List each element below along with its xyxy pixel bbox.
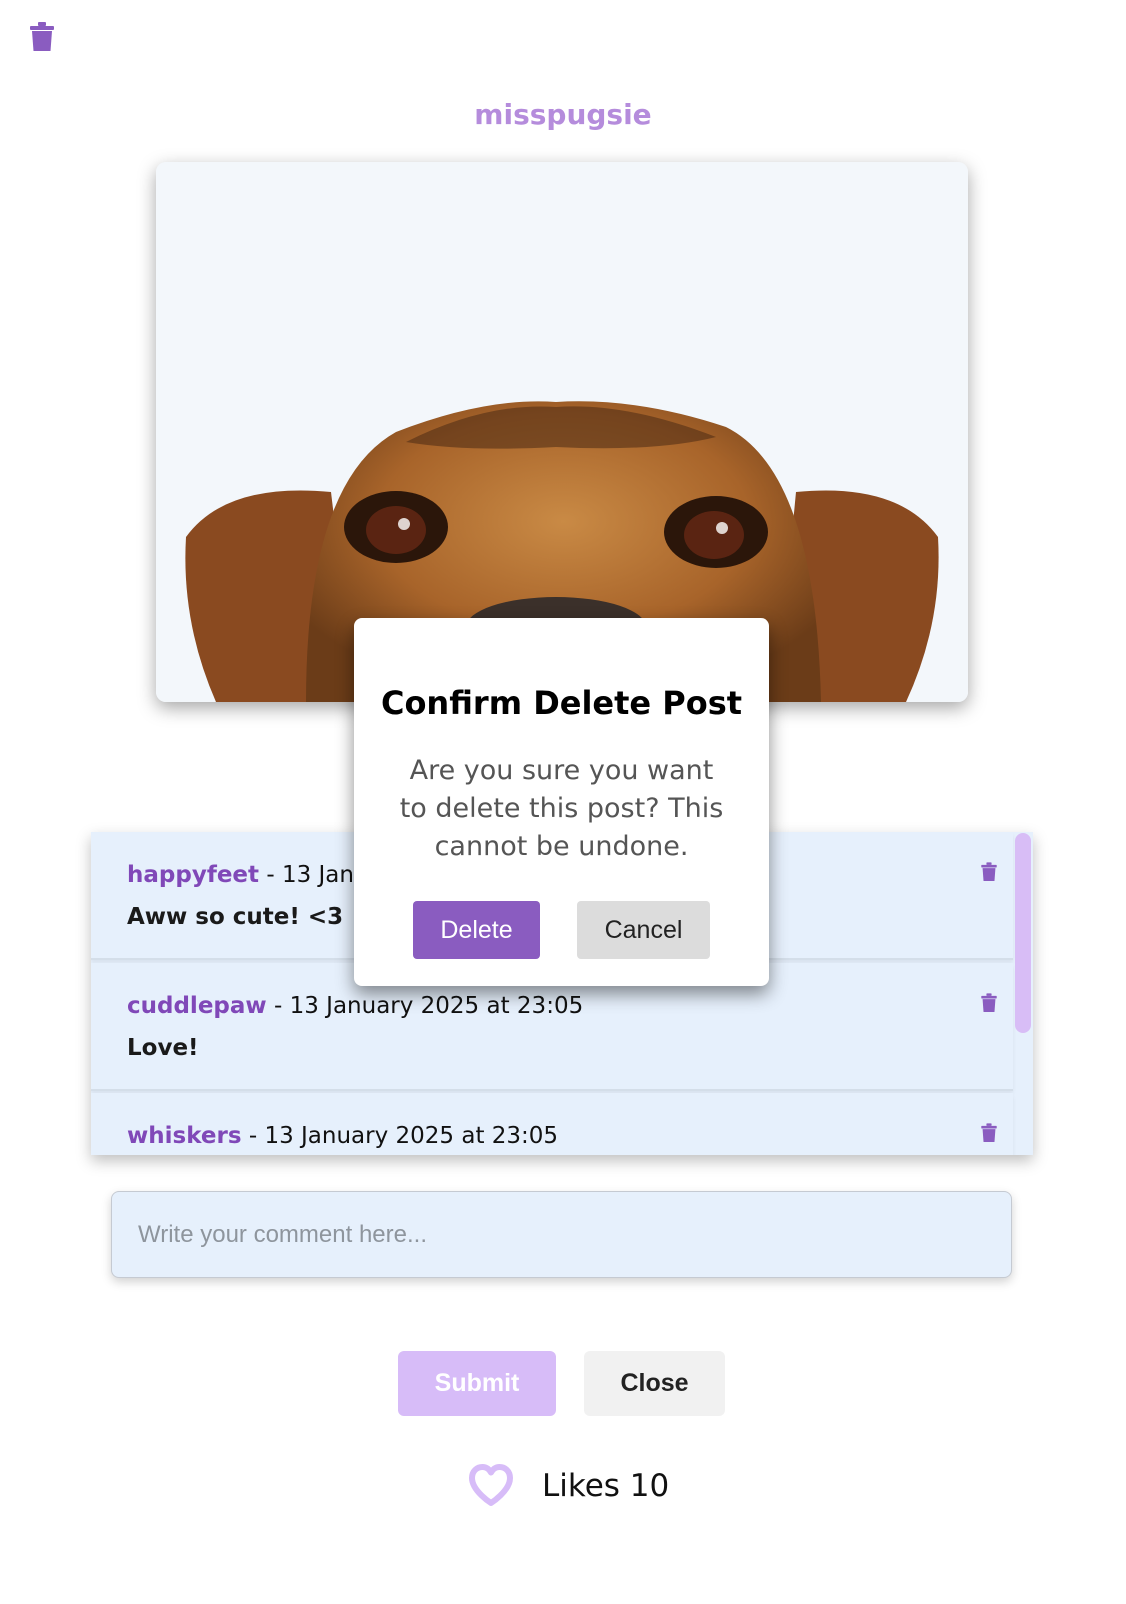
post-username[interactable]: misspugsie — [0, 98, 1126, 131]
comment-text: Love! — [127, 1035, 199, 1061]
delete-comment-trash-icon[interactable] — [980, 862, 998, 882]
delete-post-trash-icon[interactable] — [28, 22, 56, 52]
comment-input[interactable] — [111, 1191, 1012, 1278]
delete-comment-trash-icon[interactable] — [980, 1123, 998, 1143]
dialog-message: Are you sure you want to delete this pos… — [399, 755, 724, 862]
comment-author[interactable]: cuddlepaw — [127, 993, 267, 1019]
post-detail-panel: misspugsie happyfeet - 13 Aww so cute! <… — [0, 0, 1126, 1604]
confirm-delete-button[interactable]: Delete — [413, 901, 540, 959]
likes-count: Likes 10 — [542, 1468, 670, 1504]
submit-button[interactable]: Submit — [398, 1351, 556, 1416]
comment-meta: whiskers - 13 January 2025 at 23:05 — [127, 1123, 558, 1149]
comment-date: - 13 January 2025 at 23:05 — [273, 993, 584, 1019]
comment-author[interactable]: happyfeet — [127, 862, 259, 888]
comment-date: - 13 January 2025 at 23:05 — [248, 1123, 559, 1149]
confirm-delete-dialog: Confirm Delete Post Are you sure you wan… — [354, 618, 769, 986]
close-button[interactable]: Close — [584, 1351, 725, 1416]
comment-author[interactable]: whiskers — [127, 1123, 242, 1149]
comment-text: Aww so cute! <3 — [127, 904, 344, 930]
heart-outline-icon[interactable] — [468, 1464, 514, 1508]
comment-item: whiskers - 13 January 2025 at 23:05 — [91, 1093, 1013, 1155]
cancel-button[interactable]: Cancel — [577, 901, 710, 959]
likes-row: Likes 10 — [468, 1462, 669, 1510]
comments-scrollbar-thumb[interactable] — [1015, 833, 1031, 1033]
delete-comment-trash-icon[interactable] — [980, 993, 998, 1013]
dialog-title: Confirm Delete Post — [380, 684, 743, 722]
comment-meta: cuddlepaw - 13 January 2025 at 23:05 — [127, 993, 583, 1019]
